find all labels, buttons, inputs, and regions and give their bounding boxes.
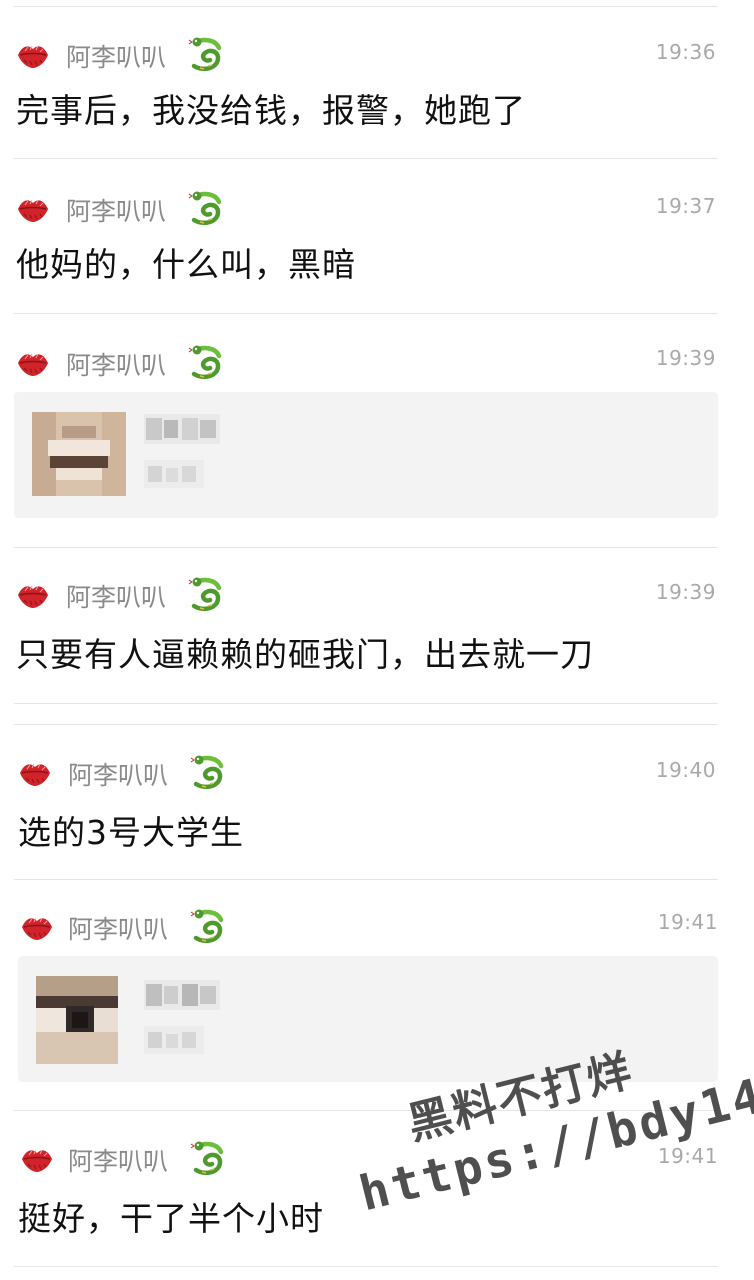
link-card[interactable]	[14, 392, 718, 518]
green-snake-emoji-icon	[188, 344, 226, 382]
chat-message[interactable]: 阿李叭叭 19:37 他妈的，什么叫，黑暗	[0, 178, 754, 316]
green-snake-emoji-icon	[190, 1140, 228, 1178]
green-snake-emoji-icon	[188, 190, 226, 228]
message-text: 选的3号大学生	[18, 813, 244, 852]
message-text: 他妈的，什么叫，黑暗	[16, 245, 356, 284]
sender-name: 阿李叭叭	[66, 197, 167, 226]
link-thumbnail	[32, 412, 126, 496]
chat-message[interactable]: 阿李叭叭 19:40 选的3号大学生	[0, 742, 754, 880]
sender-name: 阿李叭叭	[66, 43, 167, 72]
link-thumbnail	[36, 976, 118, 1064]
red-lips-icon	[16, 348, 50, 378]
green-snake-emoji-icon	[190, 754, 228, 792]
chat-message[interactable]: 阿李叭叭 19:39 只要有人逼赖赖的砸我门，出去就一刀	[0, 564, 754, 702]
divider	[14, 313, 718, 314]
green-snake-emoji-icon	[188, 36, 226, 74]
message-text: 完事后，我没给钱，报警，她跑了	[16, 91, 526, 130]
divider	[14, 724, 718, 725]
chat-message[interactable]: 阿李叭叭 19:41	[0, 896, 754, 1106]
message-text: 只要有人逼赖赖的砸我门，出去就一刀	[16, 635, 594, 674]
message-time: 19:39	[655, 346, 716, 370]
divider	[14, 547, 718, 548]
blurred-subtitle	[144, 460, 204, 488]
red-lips-icon	[16, 40, 50, 70]
red-lips-icon	[20, 1144, 54, 1174]
message-time: 19:39	[655, 580, 716, 604]
red-lips-icon	[20, 912, 54, 942]
chat-message[interactable]: 阿李叭叭 19:39	[0, 330, 754, 540]
red-lips-icon	[16, 580, 50, 610]
message-time: 19:36	[655, 40, 716, 64]
sender-name: 阿李叭叭	[68, 761, 169, 790]
red-lips-icon	[18, 758, 52, 788]
blurred-title	[144, 414, 220, 444]
sender-name: 阿李叭叭	[68, 915, 169, 944]
divider	[14, 703, 718, 704]
chat-message[interactable]: 阿李叭叭 19:36 完事后，我没给钱，报警，她跑了	[0, 22, 754, 160]
blurred-title	[144, 980, 220, 1010]
green-snake-emoji-icon	[188, 576, 226, 614]
message-time: 19:37	[655, 194, 716, 218]
sender-name: 阿李叭叭	[66, 351, 167, 380]
divider	[14, 1266, 718, 1267]
sender-name: 阿李叭叭	[66, 583, 167, 612]
divider	[14, 158, 718, 159]
green-snake-emoji-icon	[190, 908, 228, 946]
blurred-subtitle	[144, 1026, 204, 1054]
red-lips-icon	[16, 194, 50, 224]
message-text: 挺好，干了半个小时	[18, 1199, 324, 1238]
sender-name: 阿李叭叭	[68, 1147, 169, 1176]
divider	[14, 879, 718, 880]
message-time: 19:40	[655, 758, 716, 782]
divider	[14, 6, 718, 7]
message-time: 19:41	[657, 910, 718, 934]
